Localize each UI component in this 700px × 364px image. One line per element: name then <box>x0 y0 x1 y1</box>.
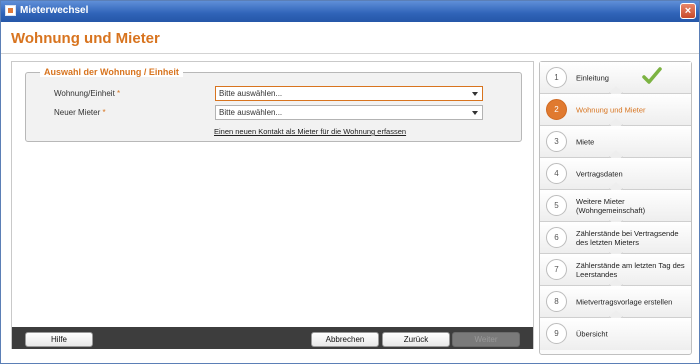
main-panel: Auswahl der Wohnung / Einheit Wohnung/Ei… <box>11 61 534 349</box>
unit-row: Wohnung/Einheit * Bitte auswählen... <box>26 84 521 104</box>
step-label: Weitere Mieter (Wohngemeinschaft) <box>576 196 646 215</box>
step-number: 9 <box>546 323 567 344</box>
tenant-row: Neuer Mieter * Bitte auswählen... <box>26 103 521 123</box>
step-label: Vertragsdaten <box>576 169 623 178</box>
wizard-window: Mieterwechsel × Wohnung und Mieter Auswa… <box>0 0 700 364</box>
step-number: 6 <box>546 227 567 248</box>
cancel-button[interactable]: Abbrechen <box>311 332 379 347</box>
step-label: Miete <box>576 137 595 146</box>
step-label: Zählerstände am letzten Tag des Leerstan… <box>576 260 685 279</box>
step-number: 3 <box>546 131 567 152</box>
step-2[interactable]: 2 Wohnung und Mieter <box>540 94 691 133</box>
window-title: Mieterwechsel <box>20 5 89 16</box>
wizard-steps: 1 Einleitung 2 Wohnung und Mieter 3 Miet… <box>539 61 692 355</box>
unit-label: Wohnung/Einheit * <box>54 89 121 98</box>
step-label: Übersicht <box>576 329 608 339</box>
chevron-down-icon[interactable] <box>472 92 478 96</box>
button-bar: Hilfe Abbrechen Zurück Weiter <box>12 327 533 349</box>
step-label: Wohnung und Mieter <box>576 105 646 114</box>
tenant-label: Neuer Mieter * <box>54 108 106 117</box>
step-number: 4 <box>546 163 567 184</box>
tenant-select-value: Bitte auswählen... <box>219 108 283 117</box>
divider <box>1 53 699 54</box>
unit-select[interactable]: Bitte auswählen... <box>215 86 483 101</box>
step-9[interactable]: 9 Übersicht <box>540 318 691 350</box>
step-number: 1 <box>546 67 567 88</box>
step-number: 5 <box>546 195 567 216</box>
unit-select-value: Bitte auswählen... <box>219 89 283 98</box>
unit-selection-group: Auswahl der Wohnung / Einheit Wohnung/Ei… <box>25 67 522 142</box>
step-3[interactable]: 3 Miete <box>540 126 691 165</box>
step-1[interactable]: 1 Einleitung <box>540 62 691 101</box>
step-7[interactable]: 7 Zählerstände am letzten Tag des Leerst… <box>540 254 691 293</box>
next-button[interactable]: Weiter <box>452 332 520 347</box>
back-button[interactable]: Zurück <box>382 332 450 347</box>
step-label: Mietvertragsvorlage erstellen <box>576 297 673 306</box>
new-contact-link[interactable]: Einen neuen Kontakt als Mieter für die W… <box>214 127 406 136</box>
close-window-button[interactable]: × <box>680 3 696 19</box>
group-legend: Auswahl der Wohnung / Einheit <box>40 67 183 77</box>
help-button[interactable]: Hilfe <box>25 332 93 347</box>
step-6[interactable]: 6 Zählerstände bei Vertragsende des letz… <box>540 222 691 261</box>
step-label: Zählerstände bei Vertragsende des letzte… <box>576 228 679 247</box>
step-label: Einleitung <box>576 73 609 82</box>
step-number: 7 <box>546 259 567 280</box>
required-marker: * <box>117 89 121 98</box>
app-icon <box>5 5 16 16</box>
step-8[interactable]: 8 Mietvertragsvorlage erstellen <box>540 286 691 325</box>
step-5[interactable]: 5 Weitere Mieter (Wohngemeinschaft) <box>540 190 691 229</box>
chevron-down-icon[interactable] <box>472 111 478 115</box>
step-number: 8 <box>546 291 567 312</box>
tenant-select[interactable]: Bitte auswählen... <box>215 105 483 120</box>
step-number: 2 <box>546 99 567 120</box>
step-4[interactable]: 4 Vertragsdaten <box>540 158 691 197</box>
page-title: Wohnung und Mieter <box>11 30 160 47</box>
checkmark-icon <box>642 67 662 84</box>
title-bar[interactable]: Mieterwechsel × <box>1 1 699 22</box>
required-marker: * <box>102 108 106 117</box>
